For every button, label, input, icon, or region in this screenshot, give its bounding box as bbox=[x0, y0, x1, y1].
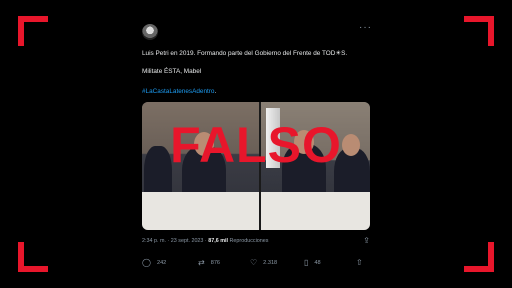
tweet-timestamp[interactable]: 2:34 p. m. · 23 sept. 2023 · bbox=[142, 238, 208, 244]
frame-corner-bottom-left bbox=[18, 242, 48, 272]
share-icon: ⇧ bbox=[356, 258, 363, 267]
tweet-actions-bar: ◯ 242 ⇄ 876 ♡ 2.318 ▯ 48 ⇧ bbox=[142, 258, 372, 270]
fact-check-overlay-label: FALSO bbox=[170, 117, 342, 173]
reply-button[interactable]: ◯ 242 bbox=[142, 258, 166, 267]
reply-count: 242 bbox=[156, 259, 167, 266]
share-button[interactable]: ⇧ bbox=[356, 258, 363, 267]
hashtag-link[interactable]: #LaCastaLatenesAdentro bbox=[142, 88, 214, 95]
view-count-label: Reproducciones bbox=[228, 238, 269, 244]
reply-icon: ◯ bbox=[142, 258, 151, 267]
retweet-count: 876 bbox=[210, 259, 221, 266]
tweet-meta: 2:34 p. m. · 23 sept. 2023 · 87,6 mil Re… bbox=[142, 238, 268, 244]
like-count: 2.318 bbox=[263, 259, 278, 266]
tweet-card: ··· Luis Petri en 2019. Formando parte d… bbox=[130, 14, 384, 286]
view-count: 87,6 mil bbox=[208, 238, 229, 244]
retweet-button[interactable]: ⇄ 876 bbox=[198, 258, 220, 267]
frame-corner-top-left bbox=[18, 16, 48, 46]
tweet-text-line-1: Luis Petri en 2019. Formando parte del G… bbox=[142, 50, 348, 57]
heart-icon: ♡ bbox=[250, 258, 258, 267]
share-icon[interactable]: ⇪ bbox=[363, 236, 370, 245]
frame-corner-bottom-right bbox=[464, 242, 494, 272]
like-button[interactable]: ♡ 2.318 bbox=[250, 258, 277, 267]
tweet-text-line-2: Militate ÉSTA, Mabel bbox=[142, 68, 202, 75]
retweet-icon: ⇄ bbox=[198, 258, 205, 267]
tweet-media-image[interactable]: FALSO bbox=[142, 102, 370, 230]
bookmark-icon: ▯ bbox=[304, 258, 309, 267]
avatar[interactable] bbox=[142, 24, 158, 40]
tweet-hashtag-line: #LaCastaLatenesAdentro. bbox=[142, 88, 216, 96]
more-options-icon[interactable]: ··· bbox=[359, 22, 372, 33]
frame-corner-top-right bbox=[464, 16, 494, 46]
bookmark-button[interactable]: ▯ 48 bbox=[304, 258, 321, 267]
table-shape bbox=[142, 192, 370, 230]
bookmark-count: 48 bbox=[314, 259, 321, 266]
hashtag-suffix: . bbox=[214, 88, 217, 95]
